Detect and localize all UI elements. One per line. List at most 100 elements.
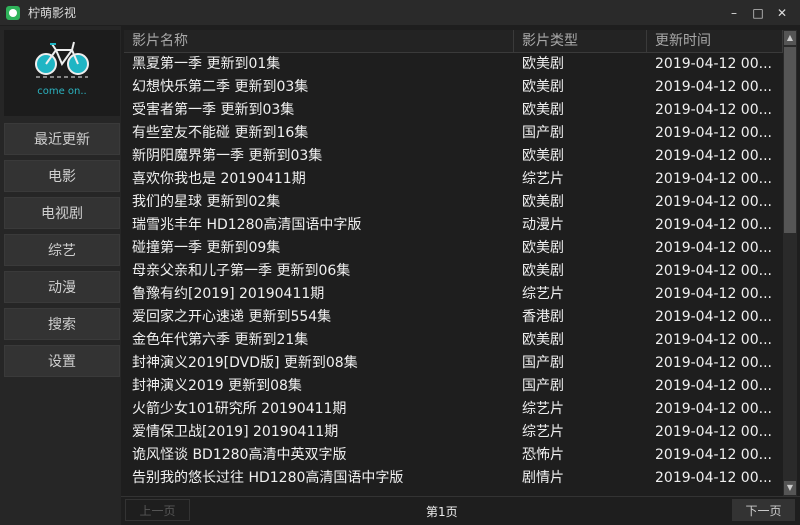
minimize-button[interactable]: – [722, 0, 746, 25]
cell-name: 告别我的悠长过往 HD1280高清国语中字版 [132, 470, 404, 486]
cell-type: 欧美剧 [522, 148, 564, 164]
cell-type: 欧美剧 [522, 102, 564, 118]
cell-name: 鲁豫有约[2019] 20190411期 [132, 286, 325, 302]
cell-type: 欧美剧 [522, 56, 564, 72]
cell-time: 2019-04-12 00... [655, 378, 772, 394]
header-time[interactable]: 更新时间 [647, 30, 783, 52]
cell-name: 黑夏第一季 更新到01集 [132, 56, 281, 72]
window-title: 柠萌影视 [28, 6, 77, 20]
cell-time: 2019-04-12 00... [655, 355, 772, 371]
cell-time: 2019-04-12 00... [655, 148, 772, 164]
cell-type: 综艺片 [522, 401, 564, 417]
next-page-button[interactable]: 下一页 [732, 499, 795, 521]
maximize-button[interactable]: □ [746, 0, 770, 25]
cell-name: 碰撞第一季 更新到09集 [132, 240, 281, 256]
table-row[interactable]: 新阴阳魔界第一季 更新到03集 欧美剧 2019-04-12 00... [124, 145, 783, 168]
cell-name: 封神演义2019 更新到08集 [132, 378, 302, 394]
cell-name: 爱回家之开心速递 更新到554集 [132, 309, 332, 325]
cell-name: 火箭少女101研究所 20190411期 [132, 401, 347, 417]
cell-time: 2019-04-12 00... [655, 240, 772, 256]
table-row[interactable]: 鲁豫有约[2019] 20190411期 综艺片 2019-04-12 00... [124, 283, 783, 306]
cell-name: 爱情保卫战[2019] 20190411期 [132, 424, 339, 440]
table-row[interactable]: 火箭少女101研究所 20190411期 综艺片 2019-04-12 00... [124, 398, 783, 421]
table-row[interactable]: 碰撞第一季 更新到09集 欧美剧 2019-04-12 00... [124, 237, 783, 260]
scroll-up-icon[interactable]: ▲ [784, 31, 796, 45]
cell-time: 2019-04-12 00... [655, 286, 772, 302]
cell-type: 欧美剧 [522, 194, 564, 210]
cell-type: 国产剧 [522, 355, 564, 371]
cell-time: 2019-04-12 00... [655, 447, 772, 463]
table-row[interactable]: 封神演义2019[DVD版] 更新到08集 国产剧 2019-04-12 00... [124, 352, 783, 375]
cell-name: 母亲父亲和儿子第一季 更新到06集 [132, 263, 351, 279]
cell-name: 诡风怪谈 BD1280高清中英双字版 [132, 447, 347, 463]
cell-time: 2019-04-12 00... [655, 424, 772, 440]
cell-type: 香港剧 [522, 309, 564, 325]
table-header: 影片名称 影片类型 更新时间 [124, 30, 783, 53]
nav-tv[interactable]: 电视剧 [4, 197, 120, 229]
cell-time: 2019-04-12 00... [655, 401, 772, 417]
scroll-thumb[interactable] [784, 47, 796, 233]
cell-time: 2019-04-12 00... [655, 194, 772, 210]
nav-variety[interactable]: 综艺 [4, 234, 120, 266]
table-row[interactable]: 封神演义2019 更新到08集 国产剧 2019-04-12 00... [124, 375, 783, 398]
table-row[interactable]: 瑞雪兆丰年 HD1280高清国语中字版 动漫片 2019-04-12 00... [124, 214, 783, 237]
prev-page-button[interactable]: 上一页 [125, 499, 190, 521]
close-button[interactable]: ✕ [770, 0, 794, 25]
app-icon [6, 5, 20, 20]
cell-time: 2019-04-12 00... [655, 470, 772, 486]
cell-time: 2019-04-12 00... [655, 125, 772, 141]
cell-time: 2019-04-12 00... [655, 102, 772, 118]
cell-type: 综艺片 [522, 286, 564, 302]
cell-name: 金色年代第六季 更新到21集 [132, 332, 309, 348]
cell-time: 2019-04-12 00... [655, 171, 772, 187]
cell-type: 动漫片 [522, 217, 564, 233]
cell-time: 2019-04-12 00... [655, 56, 772, 72]
cell-name: 幻想快乐第二季 更新到03集 [132, 79, 309, 95]
cell-name: 瑞雪兆丰年 HD1280高清国语中字版 [132, 217, 362, 233]
cell-name: 喜欢你我也是 20190411期 [132, 171, 306, 187]
header-type[interactable]: 影片类型 [514, 30, 647, 52]
nav-movies[interactable]: 电影 [4, 160, 120, 192]
bicycle-icon [35, 41, 89, 78]
vertical-scrollbar[interactable]: ▲ ▼ [783, 30, 797, 496]
table-row[interactable]: 喜欢你我也是 20190411期 综艺片 2019-04-12 00... [124, 168, 783, 191]
table-row[interactable]: 爱情保卫战[2019] 20190411期 综艺片 2019-04-12 00... [124, 421, 783, 444]
cell-name: 受害者第一季 更新到03集 [132, 102, 295, 118]
header-name[interactable]: 影片名称 [124, 30, 514, 52]
table-row[interactable]: 诡风怪谈 BD1280高清中英双字版 恐怖片 2019-04-12 00... [124, 444, 783, 467]
cell-type: 国产剧 [522, 378, 564, 394]
cell-type: 综艺片 [522, 171, 564, 187]
movie-table: 影片名称 影片类型 更新时间 黑夏第一季 更新到01集 欧美剧 2019-04-12… [124, 30, 783, 496]
table-row[interactable]: 受害者第一季 更新到03集 欧美剧 2019-04-12 00... [124, 99, 783, 122]
nav-anime[interactable]: 动漫 [4, 271, 120, 303]
scroll-down-icon[interactable]: ▼ [784, 481, 796, 495]
table-row[interactable]: 黑夏第一季 更新到01集 欧美剧 2019-04-12 00... [124, 53, 783, 76]
logo-text: come on.. [37, 86, 87, 97]
cell-time: 2019-04-12 00... [655, 217, 772, 233]
cell-type: 剧情片 [522, 470, 564, 486]
table-row[interactable]: 金色年代第六季 更新到21集 欧美剧 2019-04-12 00... [124, 329, 783, 352]
logo: come on.. [4, 30, 120, 116]
cell-type: 恐怖片 [522, 447, 564, 463]
table-row[interactable]: 有些室友不能碰 更新到16集 国产剧 2019-04-12 00... [124, 122, 783, 145]
table-body: 黑夏第一季 更新到01集 欧美剧 2019-04-12 00... 幻想快乐第二季 更… [124, 53, 783, 490]
page-indicator: 第1页 [426, 505, 458, 519]
title-bar: 柠萌影视 – □ ✕ [0, 0, 800, 25]
cell-type: 综艺片 [522, 424, 564, 440]
cell-time: 2019-04-12 00... [655, 332, 772, 348]
cell-type: 欧美剧 [522, 240, 564, 256]
nav-recent[interactable]: 最近更新 [4, 123, 120, 155]
table-row[interactable]: 幻想快乐第二季 更新到03集 欧美剧 2019-04-12 00... [124, 76, 783, 99]
table-row[interactable]: 告别我的悠长过往 HD1280高清国语中字版 剧情片 2019-04-12 00..… [124, 467, 783, 490]
table-row[interactable]: 母亲父亲和儿子第一季 更新到06集 欧美剧 2019-04-12 00... [124, 260, 783, 283]
nav-search[interactable]: 搜索 [4, 308, 120, 340]
cell-type: 欧美剧 [522, 332, 564, 348]
cell-time: 2019-04-12 00... [655, 79, 772, 95]
table-row[interactable]: 爱回家之开心速递 更新到554集 香港剧 2019-04-12 00... [124, 306, 783, 329]
cell-name: 有些室友不能碰 更新到16集 [132, 125, 309, 141]
table-row[interactable]: 我们的星球 更新到02集 欧美剧 2019-04-12 00... [124, 191, 783, 214]
nav-settings[interactable]: 设置 [4, 345, 120, 377]
pager: 上一页 第1页 下一页 [121, 496, 800, 525]
cell-type: 国产剧 [522, 125, 564, 141]
cell-name: 新阴阳魔界第一季 更新到03集 [132, 148, 323, 164]
